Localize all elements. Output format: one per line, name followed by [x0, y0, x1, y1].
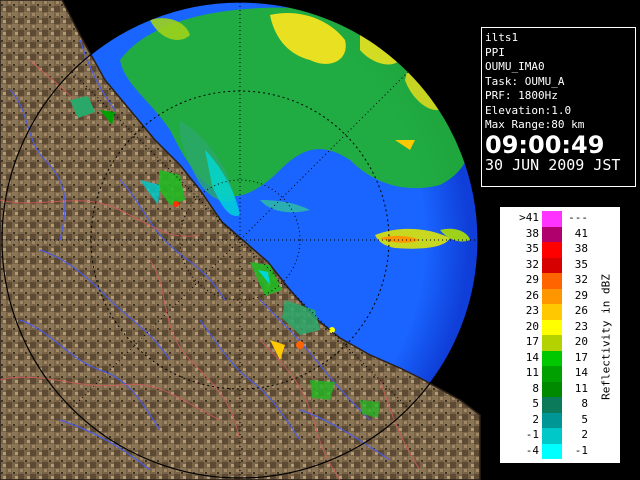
legend-lower-bound: 8	[532, 381, 539, 395]
legend-upper-bound: 32	[574, 273, 588, 286]
legend-lower-bound: >41	[519, 211, 539, 224]
legend-upper-bound: 38	[574, 242, 588, 255]
legend-row: 17 20	[500, 335, 600, 351]
legend-swatch	[542, 211, 562, 227]
legend-upper-bound: 17	[574, 350, 588, 364]
legend-upper-bound: 8	[581, 397, 588, 410]
legend-row: 25	[500, 412, 600, 428]
legend-upper-bound: 20	[574, 335, 588, 348]
legend-swatch	[542, 397, 562, 413]
legend-swatch	[542, 366, 562, 382]
scan-mode: PPI	[485, 45, 505, 59]
legend-upper-bound: 29	[574, 288, 588, 302]
legend-row: 23 26	[500, 304, 600, 320]
legend-row: 14 17	[500, 350, 600, 366]
legend-swatch	[542, 319, 562, 335]
legend-upper-bound: 23	[574, 319, 588, 333]
scan-time: 09:00:49	[485, 130, 605, 159]
legend-swatch	[542, 350, 562, 366]
legend-swatch	[542, 304, 562, 320]
elevation-value: Elevation:1.0	[485, 103, 572, 117]
legend-swatch	[542, 257, 562, 273]
legend-swatch	[542, 335, 562, 351]
legend-swatch	[542, 288, 562, 304]
legend-lower-bound: -1	[525, 428, 539, 441]
legend-upper-bound: 41	[574, 226, 588, 240]
legend-row: 29 32	[500, 273, 600, 289]
legend-row: 38 41	[500, 226, 600, 242]
legend-lower-bound: 38	[525, 226, 539, 240]
legend-lower-bound: 2	[532, 412, 539, 426]
legend-lower-bound: 32	[525, 257, 539, 271]
legend-row: 20 23	[500, 319, 600, 335]
legend-swatch	[542, 412, 562, 428]
legend-lower-bound: 29	[525, 273, 539, 286]
legend-swatch	[542, 242, 562, 258]
legend-row: -4 -1	[500, 443, 600, 459]
legend-lower-bound: -4	[525, 443, 539, 457]
legend-upper-bound: 35	[574, 257, 588, 271]
legend-lower-bound: 14	[525, 350, 539, 364]
legend-lower-bound: 26	[525, 288, 539, 302]
legend-swatch	[542, 443, 562, 459]
legend-row: >41 ---	[500, 211, 600, 227]
legend-lower-bound: 20	[525, 319, 539, 333]
legend-upper-bound: 26	[574, 304, 588, 317]
scan-date: 30 JUN 2009 JST	[485, 155, 621, 174]
legend-row: 8 11	[500, 381, 600, 397]
legend-row: 35 38	[500, 242, 600, 258]
legend-upper-bound: 14	[574, 366, 588, 379]
legend-lower-bound: 11	[525, 366, 539, 379]
legend-lower-bound: 17	[525, 335, 539, 348]
legend-swatch	[542, 381, 562, 397]
legend-unit-text: Reflectivity in dBZ	[599, 274, 613, 400]
site-name: OUMU_IMA0	[485, 60, 545, 73]
legend-upper-bound: ---	[568, 211, 588, 224]
legend-lower-bound: 5	[532, 397, 539, 410]
legend-upper-bound: -1	[574, 443, 588, 457]
info-panel: ilts1 PPI OUMU_IMA0 Task: OUMU_A PRF: 18…	[481, 27, 636, 187]
task-name: Task: OUMU_A	[485, 74, 565, 88]
prf-value: PRF: 1800Hz	[485, 89, 558, 102]
legend-row: 26 29	[500, 288, 600, 304]
legend-row: -1 2	[500, 428, 600, 444]
legend-swatch	[542, 273, 562, 289]
legend-upper-bound: 2	[581, 428, 588, 441]
legend-row: 11 14	[500, 366, 600, 382]
radar-display: ilts1 PPI OUMU_IMA0 Task: OUMU_A PRF: 18…	[0, 0, 640, 480]
legend-lower-bound: 35	[525, 242, 539, 255]
legend-row: 32 35	[500, 257, 600, 273]
reflectivity-legend: Reflectivity in dBZ >41 --- 38 41 35 38 32 35 29…	[500, 207, 620, 463]
product-name: ilts1	[485, 31, 519, 44]
legend-swatch	[542, 428, 562, 444]
legend-upper-bound: 5	[581, 412, 588, 426]
legend-row: 58	[500, 397, 600, 413]
legend-upper-bound: 11	[574, 381, 588, 395]
legend-lower-bound: 23	[525, 304, 539, 317]
legend-swatch	[542, 226, 562, 242]
